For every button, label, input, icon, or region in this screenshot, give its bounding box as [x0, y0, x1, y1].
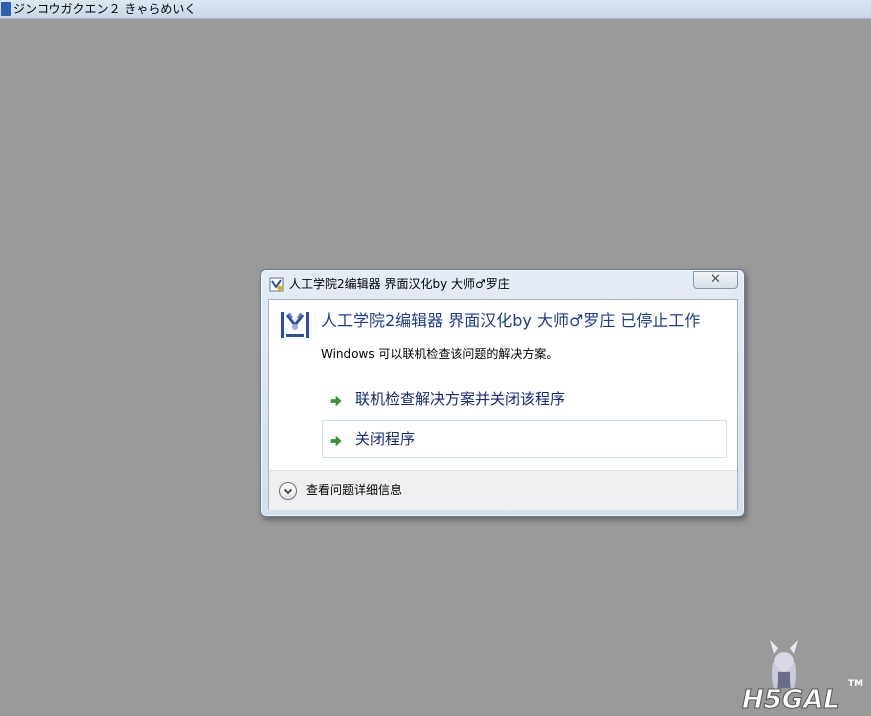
program-icon [279, 309, 311, 341]
dialog-app-icon [269, 277, 284, 292]
dialog-titlebar[interactable]: 人工学院2编辑器 界面汉化by 大师♂罗庄 ✕ [261, 270, 744, 298]
error-dialog: 人工学院2编辑器 界面汉化by 大师♂罗庄 ✕ 人工学院2编辑器 界面汉化by … [260, 269, 745, 517]
dialog-content: 人工学院2编辑器 界面汉化by 大师♂罗庄 已停止工作 Windows 可以联机… [268, 299, 738, 510]
details-label[interactable]: 查看问题详细信息 [306, 483, 402, 498]
watermark-text: H5GAL [742, 685, 840, 712]
green-arrow-icon [329, 433, 343, 448]
close-button[interactable]: ✕ [693, 271, 738, 289]
background-window-titlebar[interactable]: ジンコウガクエン２ きゃらめいく [0, 0, 871, 19]
dialog-title: 人工学院2编辑器 界面汉化by 大师♂罗庄 [289, 277, 510, 291]
dialog-footer: 查看问题详细信息 [269, 470, 737, 510]
command-label: 联机检查解决方案并关闭该程序 [355, 390, 566, 408]
h5gal-watermark: H5GAL TM [740, 640, 868, 716]
expand-details-button[interactable] [279, 482, 297, 500]
supplemental-text: Windows 可以联机检查该问题的解决方案。 [321, 347, 559, 361]
check-online-command[interactable]: 联机检查解决方案并关闭该程序 [322, 380, 727, 418]
background-window-title: ジンコウガクエン２ きゃらめいく [13, 2, 197, 16]
chevron-down-icon [283, 488, 293, 495]
close-program-command[interactable]: 关闭程序 [322, 420, 727, 458]
green-arrow-icon [329, 393, 343, 408]
command-label: 关闭程序 [355, 430, 416, 448]
main-instruction: 人工学院2编辑器 界面汉化by 大师♂罗庄 已停止工作 [321, 311, 701, 330]
app-icon [1, 2, 11, 16]
watermark-tm: TM [848, 679, 863, 689]
